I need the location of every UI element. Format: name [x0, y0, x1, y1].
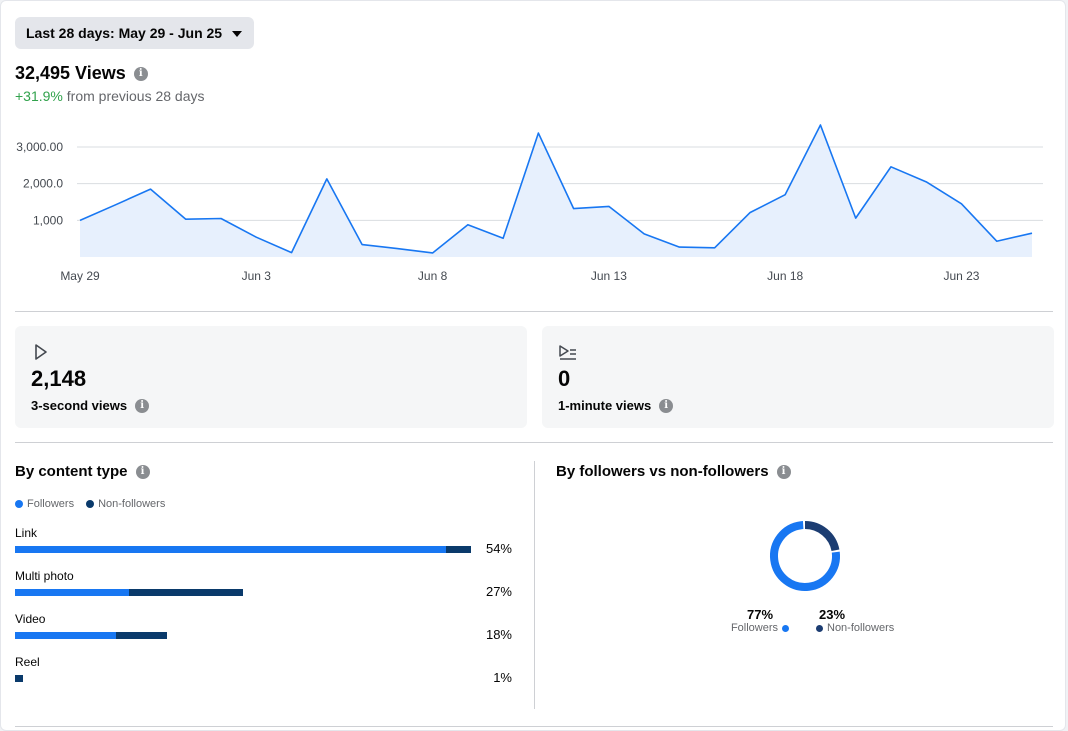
views-heading: 32,495 Views i: [15, 63, 148, 84]
metric-value: 0: [558, 366, 571, 391]
info-icon[interactable]: i: [659, 398, 674, 413]
divider: [15, 726, 1053, 727]
metric-card-3s: 2,148 3-second views i: [15, 326, 527, 428]
followers-pct-label: Followers: [729, 622, 791, 634]
divider: [15, 311, 1053, 312]
content-row-pct: 1%: [493, 670, 512, 685]
non-followers-pct-block: 23% Non-followers: [816, 607, 906, 634]
content-row: Reel 1%: [15, 655, 515, 695]
date-range-label: Last 28 days: May 29 - Jun 25: [26, 25, 223, 41]
followers-split-title-text: By followers vs non-followers: [556, 463, 769, 480]
info-icon[interactable]: i: [135, 464, 150, 479]
insights-card: Last 28 days: May 29 - Jun 25 32,495 Vie…: [0, 0, 1066, 731]
vertical-divider: [534, 461, 535, 709]
followers-dot-icon: [782, 624, 790, 632]
followers-label-text: Followers: [730, 622, 779, 634]
info-icon[interactable]: i: [776, 464, 791, 479]
non-followers-label-text: Non-followers: [827, 622, 895, 634]
followers-dot-icon: [15, 500, 23, 508]
content-bar: [15, 675, 24, 682]
non-followers-pct: 23%: [819, 607, 846, 622]
non-followers-segment: [15, 675, 24, 682]
y-tick-label: 3,000.00: [16, 140, 63, 154]
delta-value: +31.9%: [15, 88, 63, 104]
views-line-chart: 1,000 2,000.0 3,000.00 May 29 Jun 3 Jun 8 Jun …: [16, 124, 1043, 283]
followers-split-title: By followers vs non-followers i: [556, 463, 791, 480]
play-list-icon: [559, 345, 576, 360]
followers-segment: [15, 632, 117, 639]
followers-segment: [15, 546, 446, 553]
x-tick-label: Jun 13: [591, 269, 627, 283]
caret-down-icon: [232, 30, 243, 37]
non-followers-pct-label: Non-followers: [816, 622, 906, 634]
followers-donut-chart: [770, 521, 840, 591]
content-bar: [15, 632, 167, 639]
content-row-pct: 18%: [485, 627, 512, 642]
non-followers-dot-icon: [86, 500, 95, 508]
metric-label: 1-minute views i: [558, 398, 674, 413]
content-row-label: Multi photo: [15, 569, 74, 583]
content-row: Multi photo 27%: [15, 569, 515, 609]
content-row-label: Video: [15, 612, 46, 626]
metric-label-text: 3-second views: [31, 398, 128, 413]
x-tick-label: Jun 23: [943, 269, 979, 283]
content-row: Video 18%: [15, 612, 515, 652]
content-bar: [15, 589, 243, 596]
x-tick-label: Jun 8: [418, 269, 448, 283]
legend-followers: Followers: [15, 498, 74, 510]
x-tick-label: Jun 18: [767, 269, 803, 283]
divider: [15, 442, 1053, 443]
content-row-label: Reel: [15, 655, 40, 669]
content-type-title: By content type i: [15, 463, 150, 480]
y-tick-label: 1,000: [33, 213, 63, 227]
followers-pct: 77%: [746, 607, 774, 622]
delta-text: from previous 28 days: [66, 88, 205, 104]
y-tick-label: 2,000.0: [23, 177, 63, 191]
legend-non-followers: Non-followers: [86, 498, 165, 510]
metric-label-text: 1-minute views: [558, 398, 652, 413]
non-followers-segment: [116, 632, 167, 639]
info-icon[interactable]: i: [135, 398, 150, 413]
content-type-title-text: By content type: [15, 463, 128, 480]
total-views: 32,495 Views: [15, 63, 126, 83]
metric-value: 2,148: [31, 366, 87, 391]
content-row-pct: 27%: [485, 584, 512, 599]
content-row-label: Link: [15, 526, 38, 540]
followers-pct-block: 77% Followers: [729, 607, 791, 634]
content-bar: [15, 546, 471, 553]
play-icon: [35, 344, 47, 360]
metric-card-1m: 0 1-minute views i: [542, 326, 1054, 428]
date-range-dropdown[interactable]: Last 28 days: May 29 - Jun 25: [15, 17, 255, 49]
x-tick-label: Jun 3: [242, 269, 272, 283]
non-followers-segment: [445, 546, 471, 553]
content-type-legend: Followers Non-followers: [15, 498, 165, 510]
info-icon[interactable]: i: [133, 66, 148, 81]
non-followers-segment: [129, 589, 243, 596]
non-followers-dot-icon: [816, 624, 823, 632]
content-row-pct: 54%: [485, 541, 512, 556]
content-row: Link 54%: [15, 526, 515, 566]
x-tick-label: May 29: [60, 269, 100, 283]
views-area: [80, 125, 1032, 257]
legend-followers-label: Followers: [27, 498, 75, 510]
followers-segment: [15, 589, 129, 596]
views-delta: +31.9% from previous 28 days: [15, 88, 205, 104]
metric-label: 3-second views i: [31, 398, 150, 413]
legend-non-followers-label: Non-followers: [98, 498, 166, 510]
